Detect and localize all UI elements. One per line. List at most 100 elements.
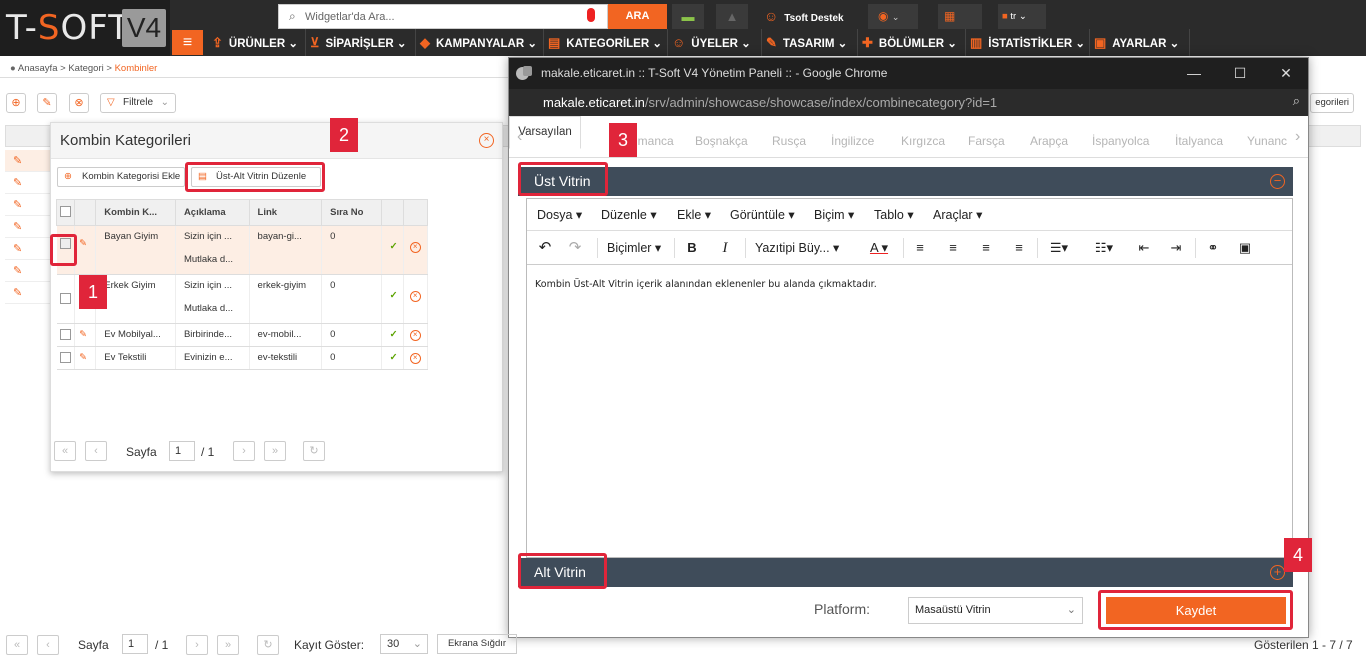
edit-icon[interactable]: ✎ [13, 242, 22, 255]
edit-icon[interactable]: ✎ [13, 198, 22, 211]
table-row[interactable]: Erkek Giyim Sizin için ... Mutlaka d... e… [56, 274, 429, 324]
categories-button[interactable]: egorileri [1310, 93, 1354, 113]
editor-content[interactable]: Kombin Üst-Alt Vitrin içerik alanından e… [535, 279, 877, 290]
link-icon[interactable]: ⚭ [1205, 231, 1221, 265]
records-select[interactable]: 30 ⌄ [380, 634, 428, 654]
italic-icon[interactable]: I [717, 231, 733, 265]
last-page-icon[interactable]: » [264, 441, 286, 461]
first-page-icon[interactable]: « [54, 441, 76, 461]
nav-kategoriler[interactable]: ▤ KATEGORİLER ⌄ [544, 29, 668, 56]
nav-ayarlar[interactable]: ▣ AYARLAR ⌄ [1090, 29, 1190, 56]
menu-bicim[interactable]: Biçim ▾ [814, 199, 854, 231]
delete-icon[interactable]: ⊗ [69, 93, 89, 113]
collapse-icon[interactable]: − [1270, 174, 1285, 189]
image-icon[interactable]: ▣ [1237, 231, 1253, 265]
align-center-icon[interactable]: ≡ [945, 231, 961, 265]
edit-icon[interactable]: ✎ [13, 220, 22, 233]
next-page-icon[interactable]: › [233, 441, 255, 461]
tab-arapca[interactable]: Arapça [1030, 134, 1068, 148]
table-row[interactable]: ✎ [5, 238, 50, 260]
add-icon[interactable]: ⊕ [6, 93, 26, 113]
chat-icon[interactable]: ▬ [672, 4, 704, 29]
search-button[interactable]: ARA [608, 4, 667, 29]
search-input[interactable]: Widgetlar'da Ara... [305, 11, 395, 23]
bottom-vitrin-section[interactable]: Alt Vitrin + [518, 558, 1293, 587]
table-row[interactable]: ✎ Ev Mobilyal... Birbirinde... ev-mobil.… [56, 323, 429, 347]
tab-kirgizca[interactable]: Kırgızca [901, 134, 945, 148]
prev-page-icon[interactable]: ‹ [85, 441, 107, 461]
check-icon[interactable]: ✓ [390, 329, 398, 340]
edit-icon[interactable]: ✎ [37, 93, 57, 113]
page-input[interactable]: 1 [169, 441, 195, 461]
row-checkbox[interactable] [59, 329, 71, 340]
table-row[interactable]: ✎ [5, 172, 50, 194]
refresh-icon[interactable]: ↻ [257, 635, 279, 655]
select-all-checkbox[interactable] [60, 205, 71, 217]
close-window-icon[interactable]: ✕ [1263, 58, 1309, 89]
minimize-icon[interactable]: — [1171, 58, 1217, 89]
alert-icon[interactable]: ▲ [716, 4, 748, 29]
font-size-dropdown[interactable]: Yazıtipi Büy... ▾ [755, 231, 839, 265]
nav-tasarim[interactable]: ✎ TASARIM ⌄ [762, 29, 858, 56]
logo[interactable]: T-SOFT V4 [0, 0, 170, 56]
row-checkbox[interactable] [59, 352, 71, 363]
zoom-icon[interactable]: ⌕ [1293, 93, 1300, 109]
tab-ingilizce[interactable]: İngilizce [831, 134, 874, 148]
tab-bosnakca[interactable]: Boşnakça [695, 134, 748, 148]
prev-page-icon[interactable]: ‹ [37, 635, 59, 655]
next-page-icon[interactable]: › [186, 635, 208, 655]
menu-goruntule[interactable]: Görüntüle ▾ [730, 199, 795, 231]
edit-icon[interactable]: ✎ [13, 176, 22, 189]
scroll-right-icon[interactable]: › [1295, 128, 1300, 146]
table-row[interactable]: ✎ Bayan Giyim Sizin için ... Mutlaka d...… [56, 225, 429, 275]
user-menu[interactable]: ☺ Tsoft Destek [764, 4, 844, 29]
breadcrumb-home[interactable]: Anasayfa [18, 63, 58, 74]
edit-icon[interactable]: ✎ [79, 329, 87, 340]
nav-urunler[interactable]: ⇪ ÜRÜNLER ⌄ [208, 29, 306, 56]
table-row[interactable]: ✎ [5, 150, 50, 172]
indent-icon[interactable]: ⇥ [1168, 231, 1184, 265]
page-input[interactable]: 1 [122, 634, 148, 654]
close-icon[interactable]: × [479, 133, 494, 148]
nav-uyeler[interactable]: ☺ ÜYELER ⌄ [668, 29, 762, 56]
table-row[interactable]: ✎ [5, 216, 50, 238]
microphone-icon[interactable] [587, 8, 595, 22]
column-description[interactable]: Açıklama [174, 199, 250, 226]
nav-bolumler[interactable]: ✚ BÖLÜMLER ⌄ [858, 29, 966, 56]
breadcrumb-kategori[interactable]: Kategori [68, 63, 103, 74]
grid-icon[interactable]: ▦ [938, 4, 982, 29]
undo-icon[interactable]: ↶ [537, 231, 553, 265]
platform-select[interactable]: Masaüstü Vitrin ⌄ [908, 597, 1083, 624]
maximize-icon[interactable]: ☐ [1217, 58, 1263, 89]
add-kombin-button[interactable]: ⊕ Kombin Kategorisi Ekle [57, 167, 185, 187]
numbered-list-icon[interactable]: ☷▾ [1090, 231, 1118, 265]
menu-dosya[interactable]: Dosya ▾ [537, 199, 582, 231]
menu-duzenle[interactable]: Düzenle ▾ [601, 199, 657, 231]
fit-screen-button[interactable]: Ekrana Sığdır [437, 634, 517, 654]
last-page-icon[interactable]: » [217, 635, 239, 655]
language-select[interactable]: ■ tr ⌄ [998, 4, 1046, 29]
eye-icon[interactable]: ◉ ⌄ [868, 4, 918, 29]
menu-ekle[interactable]: Ekle ▾ [677, 199, 711, 231]
delete-icon[interactable]: × [409, 291, 421, 302]
nav-istatistikler[interactable]: ▥ İSTATİSTİKLER ⌄ [966, 29, 1090, 56]
column-order[interactable]: Sıra No [321, 199, 382, 226]
nav-siparisler[interactable]: ⊻ SİPARİŞLER ⌄ [306, 29, 416, 56]
tab-ispanyolca[interactable]: İspanyolca [1092, 134, 1149, 148]
table-row[interactable]: ✎ Ev Tekstili Evinizin e... ev-tekstili … [56, 346, 429, 370]
table-row[interactable]: ✎ [5, 194, 50, 216]
check-icon[interactable]: ✓ [390, 290, 398, 301]
tab-yunanca[interactable]: Yunanc [1247, 134, 1287, 148]
tab-italyanca[interactable]: İtalyanca [1175, 134, 1223, 148]
edit-icon[interactable]: ✎ [13, 264, 22, 277]
column-link[interactable]: Link [248, 199, 323, 226]
table-row[interactable]: ✎ [5, 282, 50, 304]
expand-icon[interactable]: + [1270, 565, 1285, 580]
filter-button[interactable]: ▽ Filtrele ⌄ [100, 93, 176, 113]
text-color-icon[interactable]: A ▾ [864, 231, 894, 265]
check-icon[interactable]: ✓ [390, 352, 398, 363]
scroll-left-icon[interactable]: ‹ [517, 128, 522, 146]
delete-icon[interactable]: × [409, 330, 421, 341]
bold-icon[interactable]: B [684, 231, 700, 265]
column-name[interactable]: Kombin K... [95, 199, 176, 226]
